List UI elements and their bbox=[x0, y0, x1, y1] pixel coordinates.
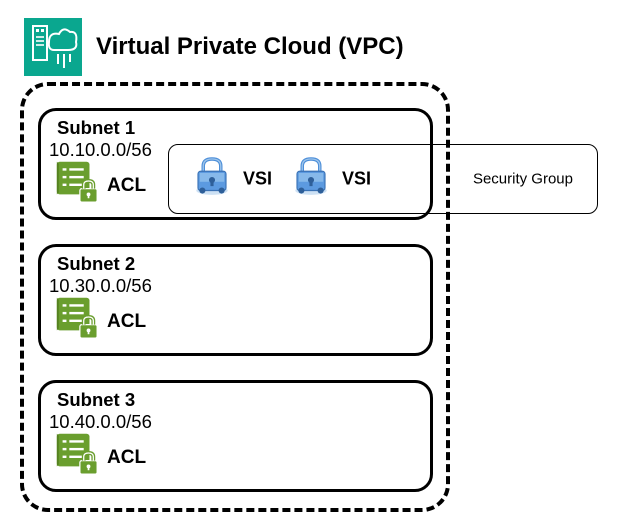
vsi-label-2: VSI bbox=[342, 169, 371, 190]
acl-label: ACL bbox=[107, 311, 146, 345]
acl-icon bbox=[53, 292, 101, 345]
header: Virtual Private Cloud (VPC) bbox=[24, 18, 404, 76]
vsi-label-1: VSI bbox=[243, 169, 272, 190]
subnet-2: Subnet 2 10.30.0.0/56 ACL bbox=[38, 244, 433, 356]
subnet-3: Subnet 3 10.40.0.0/56 ACL bbox=[38, 380, 433, 492]
acl-label: ACL bbox=[107, 175, 146, 209]
security-group: VSI VSI Security Group bbox=[168, 144, 598, 214]
subnet-1-acl: ACL bbox=[53, 156, 146, 209]
page-title: Virtual Private Cloud (VPC) bbox=[96, 33, 404, 61]
security-group-label: Security Group bbox=[473, 171, 573, 188]
vpc-icon bbox=[24, 18, 82, 76]
acl-icon bbox=[53, 428, 101, 481]
subnet-2-acl: ACL bbox=[53, 292, 146, 345]
subnet-2-name: Subnet 2 bbox=[57, 253, 135, 275]
subnet-1-name: Subnet 1 bbox=[57, 117, 135, 139]
subnet-3-name: Subnet 3 bbox=[57, 389, 135, 411]
lock-icon bbox=[290, 154, 332, 205]
lock-icon bbox=[191, 154, 233, 205]
acl-icon bbox=[53, 156, 101, 209]
vsi-group: VSI VSI bbox=[191, 154, 379, 205]
subnet-3-acl: ACL bbox=[53, 428, 146, 481]
acl-label: ACL bbox=[107, 447, 146, 481]
